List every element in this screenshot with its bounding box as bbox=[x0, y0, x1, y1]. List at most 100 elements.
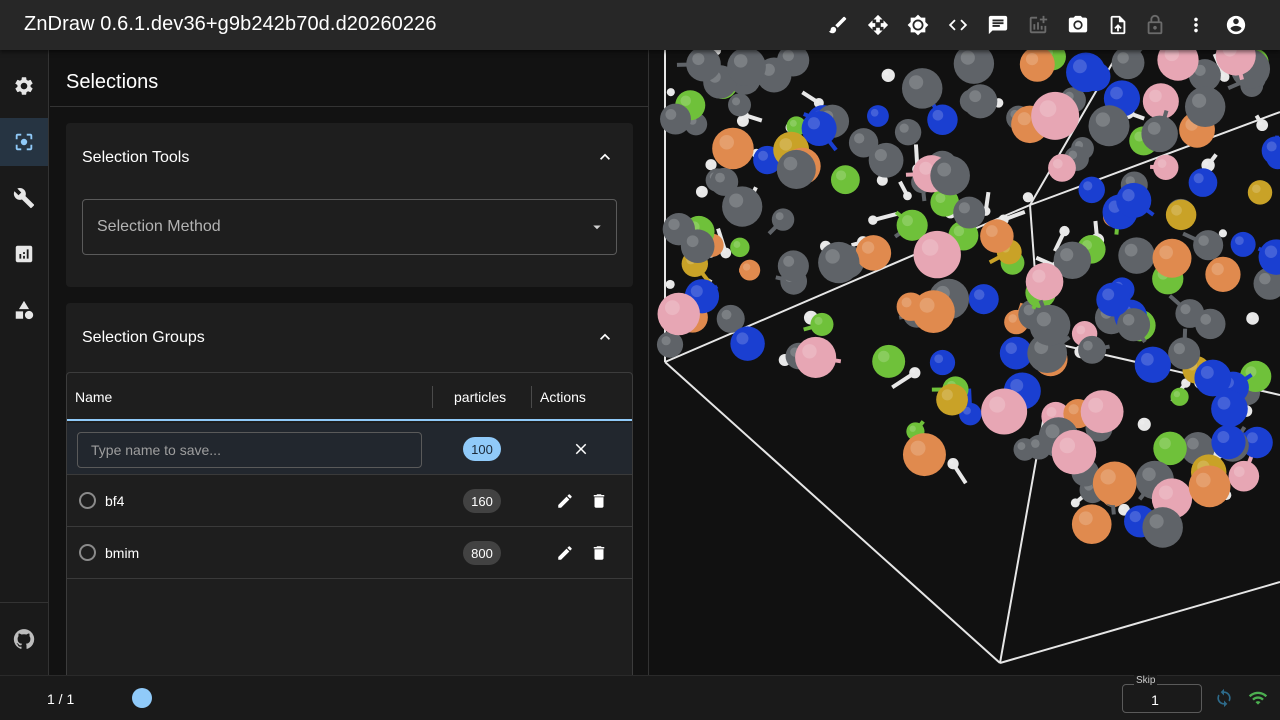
code-icon[interactable] bbox=[946, 13, 970, 37]
github-icon[interactable] bbox=[0, 615, 48, 663]
brightness-icon[interactable] bbox=[906, 13, 930, 37]
table-row[interactable]: bf4 160 bbox=[67, 475, 632, 527]
atom-highlight bbox=[1217, 430, 1230, 443]
atom-highlight bbox=[958, 202, 970, 214]
clear-close-icon[interactable] bbox=[571, 439, 591, 459]
rail-divider bbox=[0, 602, 48, 603]
atom-highlight bbox=[1078, 511, 1093, 526]
sync-icon[interactable] bbox=[1214, 688, 1236, 710]
atom-highlight bbox=[935, 193, 946, 204]
app-title: ZnDraw 0.6.1.dev36+g9b242b70d.d20260226 bbox=[24, 13, 437, 35]
move-icon[interactable] bbox=[866, 13, 890, 37]
shapes-icon[interactable] bbox=[0, 286, 48, 334]
more-vert-icon[interactable] bbox=[1184, 13, 1208, 37]
atom bbox=[1019, 50, 1055, 82]
timeline-slider-thumb[interactable] bbox=[132, 688, 152, 708]
delete-icon[interactable] bbox=[589, 543, 609, 563]
upload-file-icon[interactable] bbox=[1106, 13, 1130, 37]
atom-highlight bbox=[739, 117, 744, 122]
lock-icon[interactable] bbox=[1143, 13, 1167, 37]
atom-highlight bbox=[668, 89, 672, 93]
atom-highlight bbox=[721, 309, 732, 320]
app-bar: ZnDraw 0.6.1.dev36+g9b242b70d.d20260226 bbox=[0, 0, 1280, 50]
atom-highlight bbox=[1031, 439, 1040, 448]
atom-highlight bbox=[919, 297, 935, 313]
row-radio[interactable] bbox=[79, 492, 96, 509]
atom-highlight bbox=[1211, 262, 1224, 276]
atom-highlight bbox=[1147, 122, 1161, 135]
brush-icon[interactable] bbox=[826, 13, 850, 37]
skip-input[interactable]: 1 bbox=[1122, 684, 1202, 713]
atom-highlight bbox=[1157, 159, 1167, 168]
atom bbox=[680, 229, 715, 264]
wrench-icon[interactable] bbox=[0, 174, 48, 222]
atom-highlight bbox=[664, 300, 680, 316]
atom-highlight bbox=[1252, 184, 1261, 194]
add-chart-icon[interactable] bbox=[1026, 13, 1050, 37]
selections-panel: Selections Selection Tools Selection Met… bbox=[50, 50, 649, 675]
atom bbox=[1059, 225, 1070, 237]
table-row[interactable]: bmim 800 bbox=[67, 527, 632, 579]
atom-highlight bbox=[1102, 288, 1115, 301]
atom-highlight bbox=[953, 225, 965, 237]
panel-header: Selections bbox=[50, 50, 648, 107]
atom bbox=[1188, 465, 1231, 508]
column-separator[interactable] bbox=[432, 386, 433, 408]
atom-highlight bbox=[870, 108, 879, 117]
collapse-groups-chevron-icon[interactable] bbox=[595, 327, 615, 347]
skip-label: Skip bbox=[1134, 675, 1158, 686]
atom-highlight bbox=[779, 138, 793, 151]
atom-highlight bbox=[1198, 235, 1209, 246]
analytics-icon[interactable] bbox=[0, 230, 48, 278]
group-name: bmim bbox=[105, 545, 140, 561]
molecule-canvas[interactable] bbox=[650, 50, 1280, 675]
selection-icon[interactable] bbox=[0, 118, 48, 166]
atom-highlight bbox=[919, 161, 933, 175]
atom bbox=[947, 458, 959, 470]
atom-highlight bbox=[1072, 59, 1087, 74]
atom-highlight bbox=[1076, 325, 1086, 335]
molecule-3d-viewport[interactable] bbox=[650, 50, 1280, 675]
collapse-tools-chevron-icon[interactable] bbox=[595, 147, 615, 167]
atom-cluster bbox=[656, 50, 1280, 548]
atom-highlight bbox=[775, 212, 784, 221]
column-separator[interactable] bbox=[531, 386, 532, 408]
atom-highlight bbox=[989, 396, 1006, 413]
atom bbox=[903, 191, 912, 201]
atom-highlight bbox=[878, 176, 883, 181]
chat-icon[interactable] bbox=[986, 13, 1010, 37]
atom-highlight bbox=[1083, 181, 1093, 191]
atom-highlight bbox=[1117, 52, 1129, 64]
atom bbox=[912, 290, 955, 333]
atom bbox=[1170, 387, 1189, 406]
atom-highlight bbox=[1052, 158, 1063, 169]
edit-icon[interactable] bbox=[555, 491, 575, 511]
settings-icon[interactable] bbox=[0, 62, 48, 110]
atom-highlight bbox=[1182, 380, 1187, 384]
delete-icon[interactable] bbox=[589, 491, 609, 511]
wifi-connected-icon bbox=[1248, 688, 1270, 710]
account-icon[interactable] bbox=[1224, 13, 1248, 37]
column-header-name[interactable]: Name bbox=[75, 389, 112, 405]
group-name-input[interactable] bbox=[77, 432, 422, 468]
camera-icon[interactable] bbox=[1066, 13, 1090, 37]
atom-highlight bbox=[869, 217, 874, 221]
atom-highlight bbox=[901, 297, 912, 308]
column-header-particles[interactable]: particles bbox=[454, 389, 506, 405]
atom-highlight bbox=[789, 119, 797, 127]
atom bbox=[1141, 115, 1178, 153]
row-radio[interactable] bbox=[79, 544, 96, 561]
selection-method-select[interactable]: Selection Method bbox=[82, 199, 617, 255]
atom bbox=[830, 165, 860, 195]
atom-highlight bbox=[1149, 89, 1162, 103]
atom-highlight bbox=[1203, 160, 1209, 166]
atom-highlight bbox=[1200, 314, 1212, 325]
atom-highlight bbox=[1005, 342, 1017, 354]
atom bbox=[1070, 498, 1080, 508]
edit-icon[interactable] bbox=[555, 543, 575, 563]
atom-highlight bbox=[960, 50, 975, 65]
atom-highlight bbox=[883, 71, 889, 76]
atom bbox=[656, 331, 684, 358]
particle-count-chip: 160 bbox=[463, 489, 501, 513]
atom bbox=[1048, 153, 1076, 182]
